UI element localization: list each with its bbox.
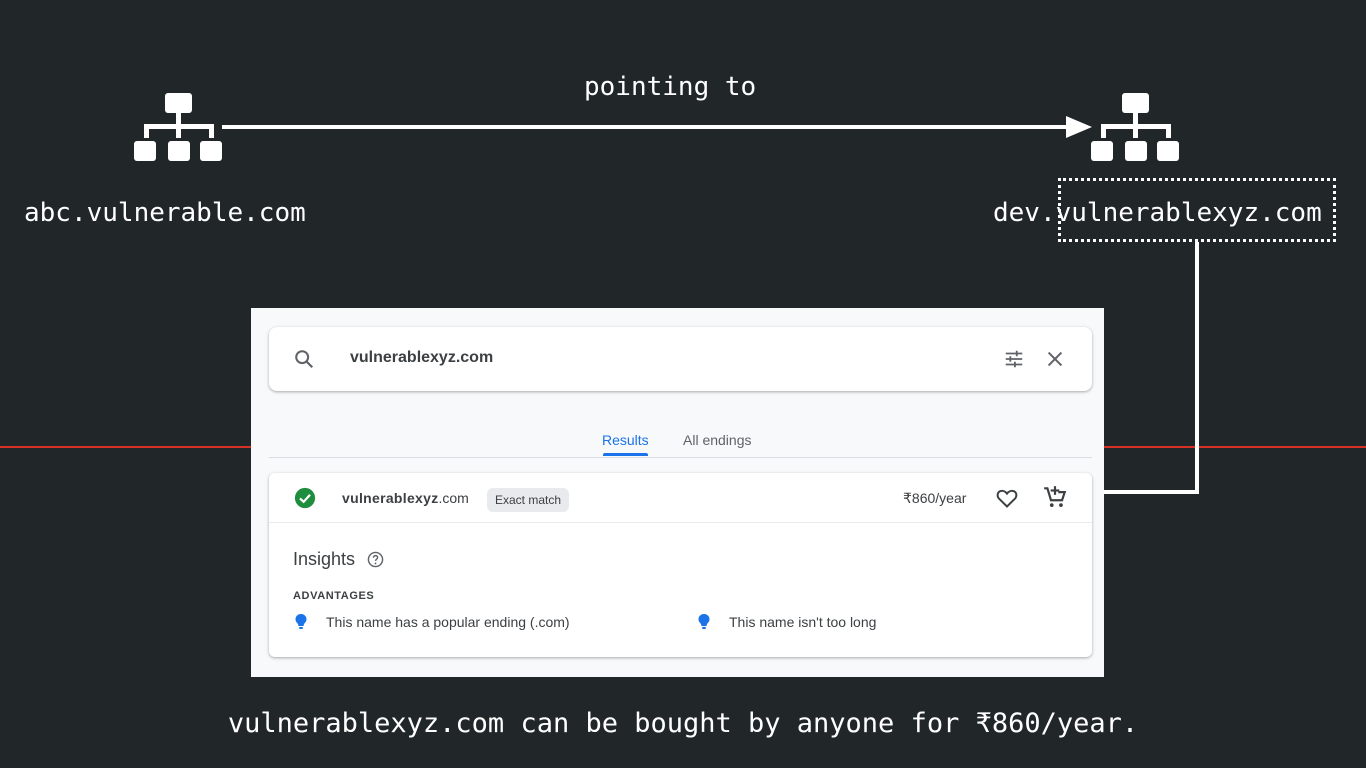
active-tab-indicator bbox=[603, 453, 648, 456]
connector-line bbox=[1104, 242, 1199, 494]
source-network-hierarchy-icon bbox=[134, 93, 222, 161]
target-network-hierarchy-icon bbox=[1091, 93, 1179, 161]
domain-price: ₹860/year bbox=[903, 490, 967, 506]
domain-name[interactable]: vulnerablexyz.com bbox=[342, 490, 469, 506]
advantage-text: This name has a popular ending (.com) bbox=[326, 614, 570, 630]
close-icon[interactable] bbox=[1044, 348, 1066, 370]
search-input[interactable]: vulnerablexyz.com bbox=[350, 349, 493, 367]
highlight-dotted-box bbox=[1058, 178, 1336, 242]
edge-label: pointing to bbox=[584, 72, 757, 102]
tab-results[interactable]: Results bbox=[602, 432, 649, 448]
domain-name-tld: .com bbox=[438, 490, 469, 506]
lightbulb-icon bbox=[698, 614, 710, 629]
check-circle-icon bbox=[294, 487, 316, 509]
heart-icon[interactable] bbox=[995, 486, 1019, 510]
exact-match-badge: Exact match bbox=[487, 488, 570, 512]
results-tabs: Results All endings bbox=[269, 420, 1092, 458]
advantage-text: This name isn't too long bbox=[729, 614, 877, 630]
tune-icon[interactable] bbox=[1003, 348, 1025, 370]
result-card: vulnerablexyz.com Exact match ₹860/year … bbox=[269, 473, 1092, 657]
domain-name-sld: vulnerablexyz bbox=[342, 490, 439, 506]
advantages-title: ADVANTAGES bbox=[293, 590, 375, 602]
search-bar[interactable]: vulnerablexyz.com bbox=[269, 327, 1092, 391]
domain-search-panel: vulnerablexyz.com Results All endings vu… bbox=[251, 308, 1104, 677]
search-icon bbox=[295, 350, 314, 369]
insights-title: Insights bbox=[293, 549, 356, 569]
pointing-arrow bbox=[222, 116, 1092, 138]
lightbulb-icon bbox=[295, 614, 307, 629]
caption: vulnerablexyz.com can be bought by anyon… bbox=[227, 708, 1139, 739]
help-icon[interactable] bbox=[367, 551, 384, 568]
source-node-label: abc.vulnerable.com bbox=[24, 198, 306, 228]
tab-all-endings[interactable]: All endings bbox=[683, 432, 752, 448]
result-row[interactable]: vulnerablexyz.com Exact match ₹860/year bbox=[269, 473, 1092, 523]
add-to-cart-icon[interactable] bbox=[1042, 484, 1068, 510]
